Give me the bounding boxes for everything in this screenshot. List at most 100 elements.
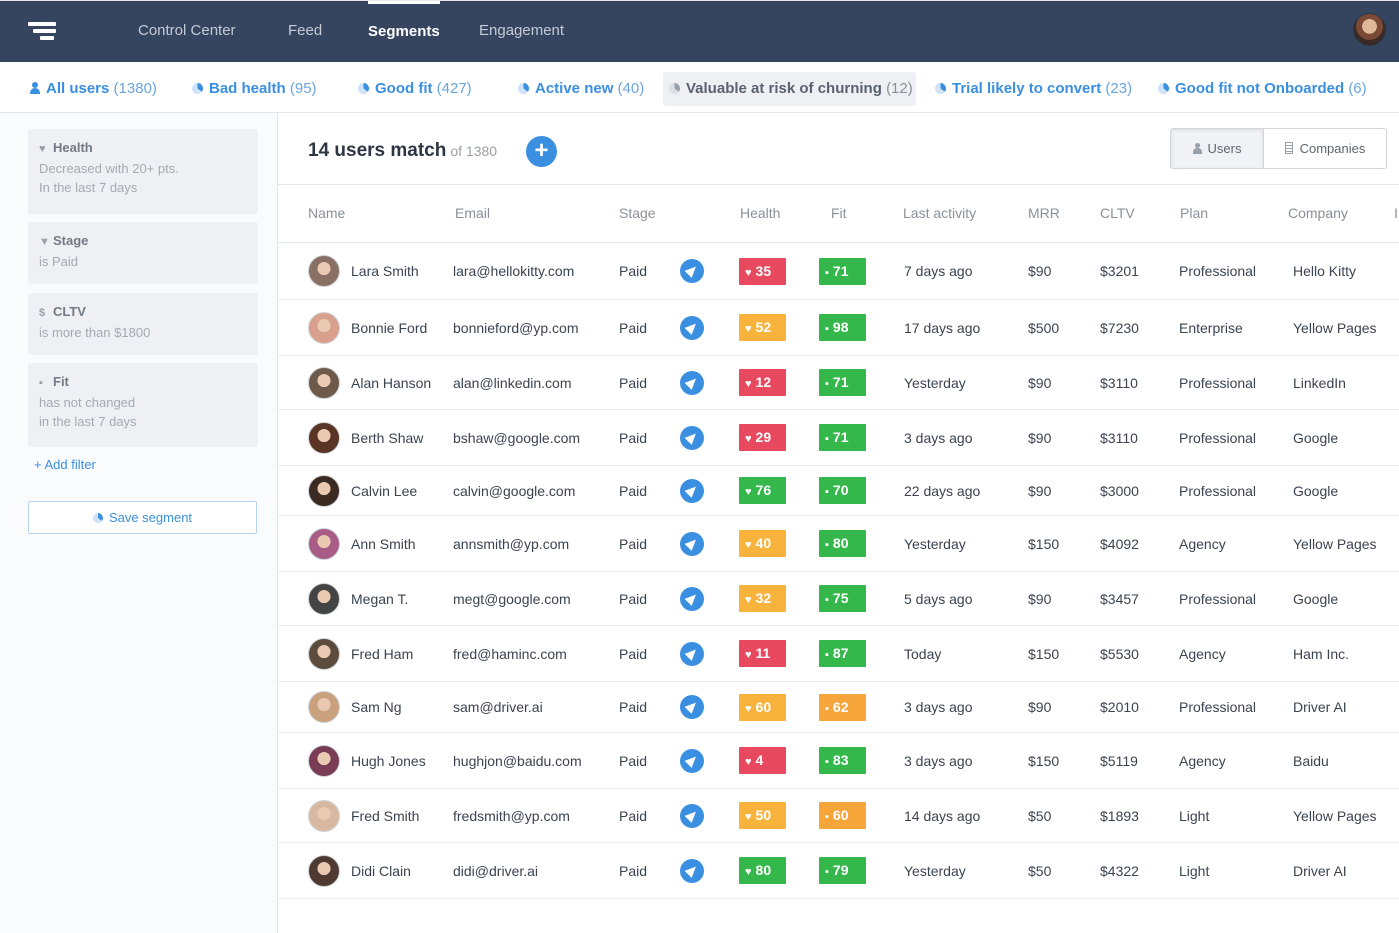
table-row[interactable]: Sam Ng sam@driver.ai Paid ♥ 60 ▪ 62 3 days ago $… [278, 682, 1399, 733]
nav-engagement[interactable]: Engagement [479, 1, 564, 62]
segment-tab-bad-health[interactable]: Bad health (95) [186, 72, 323, 106]
avatar[interactable] [308, 582, 340, 615]
company-value[interactable]: Yellow Pages [1293, 789, 1377, 842]
user-name[interactable]: Megan T. [351, 572, 408, 625]
user-avatar[interactable] [1353, 13, 1386, 46]
avatar-cell [308, 682, 340, 732]
filter-title: ▼ Stage [39, 233, 247, 248]
add-filter-link[interactable]: + Add filter [34, 457, 96, 472]
user-name[interactable]: Berth Shaw [351, 410, 423, 465]
avatar[interactable] [308, 366, 340, 399]
segment-tab-trial-likely[interactable]: Trial likely to convert (23) [929, 72, 1138, 106]
filter-cltv[interactable]: $ CLTV is more than $1800 [28, 293, 258, 355]
col-fit[interactable]: Fit [831, 185, 847, 242]
segment-tab-good-fit-not-onboarded[interactable]: Good fit not Onboarded (6) [1152, 72, 1373, 106]
col-plan[interactable]: Plan [1180, 185, 1208, 242]
send-message-icon[interactable] [680, 531, 704, 556]
avatar[interactable] [308, 421, 340, 454]
send-message-icon[interactable] [680, 425, 704, 450]
logo-icon[interactable] [28, 22, 56, 40]
send-message-icon[interactable] [680, 478, 704, 503]
avatar[interactable] [308, 744, 340, 777]
col-company[interactable]: Company [1288, 185, 1348, 242]
avatar[interactable] [308, 527, 340, 560]
table-row[interactable]: Hugh Jones hughjon@baidu.com Paid ♥ 4 ▪ 83 3 da… [278, 733, 1399, 789]
segment-tab-all-users[interactable]: All users (1380) [24, 72, 163, 106]
filter-fit[interactable]: ▪ Fit has not changed in the last 7 days [28, 363, 258, 447]
nav-segments[interactable]: Segments [368, 1, 440, 62]
send-message-icon[interactable] [680, 586, 704, 611]
table-row[interactable]: Bonnie Ford bonnieford@yp.com Paid ♥ 52 ▪ 98 17… [278, 300, 1399, 356]
avatar[interactable] [308, 637, 340, 670]
table-row[interactable]: Alan Hanson alan@linkedin.com Paid ♥ 12 ▪ 71 Ye… [278, 356, 1399, 410]
col-name[interactable]: Name [308, 185, 345, 242]
avatar[interactable] [308, 691, 340, 723]
avatar[interactable] [308, 311, 340, 344]
avatar[interactable] [308, 854, 340, 887]
users-toggle-button[interactable]: Users [1171, 129, 1264, 168]
avatar[interactable] [308, 799, 340, 832]
col-mrr[interactable]: MRR [1028, 185, 1060, 242]
send-message-icon[interactable] [680, 641, 704, 666]
save-segment-button[interactable]: Save segment [28, 501, 257, 534]
last-activity: 17 days ago [904, 319, 981, 336]
send-message-icon[interactable] [680, 748, 704, 773]
segment-tab-good-fit[interactable]: Good fit (427) [352, 72, 478, 106]
send-message-icon[interactable] [680, 315, 704, 340]
col-last-activity[interactable]: Last activity [903, 185, 976, 242]
user-name[interactable]: Calvin Lee [351, 466, 417, 515]
table-row[interactable]: Ann Smith annsmith@yp.com Paid ♥ 40 ▪ 80 Yester… [278, 516, 1399, 572]
table-row[interactable]: Berth Shaw bshaw@google.com Paid ♥ 29 ▪ 71 3 da… [278, 410, 1399, 466]
mrr-value: $150 [1028, 752, 1060, 769]
company-value[interactable]: Driver AI [1293, 843, 1347, 898]
table-row[interactable]: Fred Ham fred@haminc.com Paid ♥ 11 ▪ 87 Today $1… [278, 626, 1399, 682]
segment-tab-valuable-at-risk[interactable]: Valuable at risk of churning (12) [663, 72, 916, 106]
company-value[interactable]: Baidu [1293, 733, 1329, 788]
nav-control-center[interactable]: Control Center [138, 1, 236, 62]
avatar[interactable] [308, 474, 340, 507]
send-message-icon[interactable] [680, 803, 704, 828]
company-value[interactable]: Google [1293, 466, 1338, 515]
table-row[interactable]: Lara Smith lara@hellokitty.com Paid ♥ 35 ▪ 71 7… [278, 243, 1399, 300]
user-name[interactable]: Didi Clain [351, 843, 411, 898]
filter-stage[interactable]: ▼ Stage is Paid [28, 222, 258, 284]
match-text: 14 users match [308, 140, 447, 161]
col-email[interactable]: Email [455, 185, 490, 242]
col-truncated[interactable]: I [1394, 185, 1398, 242]
nav-feed[interactable]: Feed [288, 1, 322, 62]
user-name[interactable]: Fred Smith [351, 789, 419, 842]
company-value[interactable]: Yellow Pages [1293, 516, 1377, 571]
table-row[interactable]: Didi Clain didi@driver.ai Paid ♥ 80 ▪ 79 Yester… [278, 843, 1399, 899]
mrr-value: $50 [1028, 862, 1052, 879]
col-cltv[interactable]: CLTV [1100, 185, 1135, 242]
table-row[interactable]: Megan T. megt@google.com Paid ♥ 32 ▪ 75 5 days … [278, 572, 1399, 626]
col-health[interactable]: Health [740, 185, 780, 242]
send-message-icon[interactable] [680, 695, 704, 719]
user-name[interactable]: Hugh Jones [351, 733, 426, 788]
send-message-icon[interactable] [680, 370, 704, 395]
company-value[interactable]: Driver AI [1293, 682, 1347, 732]
send-message-icon[interactable] [680, 858, 704, 883]
user-name[interactable]: Lara Smith [351, 243, 419, 299]
user-name[interactable]: Bonnie Ford [351, 300, 427, 355]
segment-tab-active-new[interactable]: Active new (40) [512, 72, 650, 106]
add-user-button[interactable]: + [526, 136, 557, 167]
user-name[interactable]: Ann Smith [351, 516, 416, 571]
avatar[interactable] [308, 255, 340, 287]
companies-toggle-button[interactable]: Companies [1264, 129, 1386, 168]
user-name[interactable]: Alan Hanson [351, 356, 431, 409]
user-name[interactable]: Fred Ham [351, 626, 413, 681]
company-value[interactable]: Google [1293, 410, 1338, 465]
company-value[interactable]: Ham Inc. [1293, 626, 1349, 681]
company-value[interactable]: Hello Kitty [1293, 243, 1356, 299]
user-name[interactable]: Sam Ng [351, 682, 402, 732]
table-row[interactable]: Fred Smith fredsmith@yp.com Paid ♥ 50 ▪ 60 14 d… [278, 789, 1399, 843]
filter-health[interactable]: ♥ Health Decreased with 20+ pts. In the la… [28, 129, 258, 214]
send-message-icon[interactable] [680, 259, 704, 283]
table-row[interactable]: Calvin Lee calvin@google.com Paid ♥ 76 ▪ 70 22 … [278, 466, 1399, 516]
col-stage[interactable]: Stage [619, 185, 656, 242]
company-value[interactable]: Google [1293, 572, 1338, 625]
heart-icon: ♥ [745, 756, 752, 768]
company-value[interactable]: Yellow Pages [1293, 300, 1377, 355]
company-value[interactable]: LinkedIn [1293, 356, 1346, 409]
